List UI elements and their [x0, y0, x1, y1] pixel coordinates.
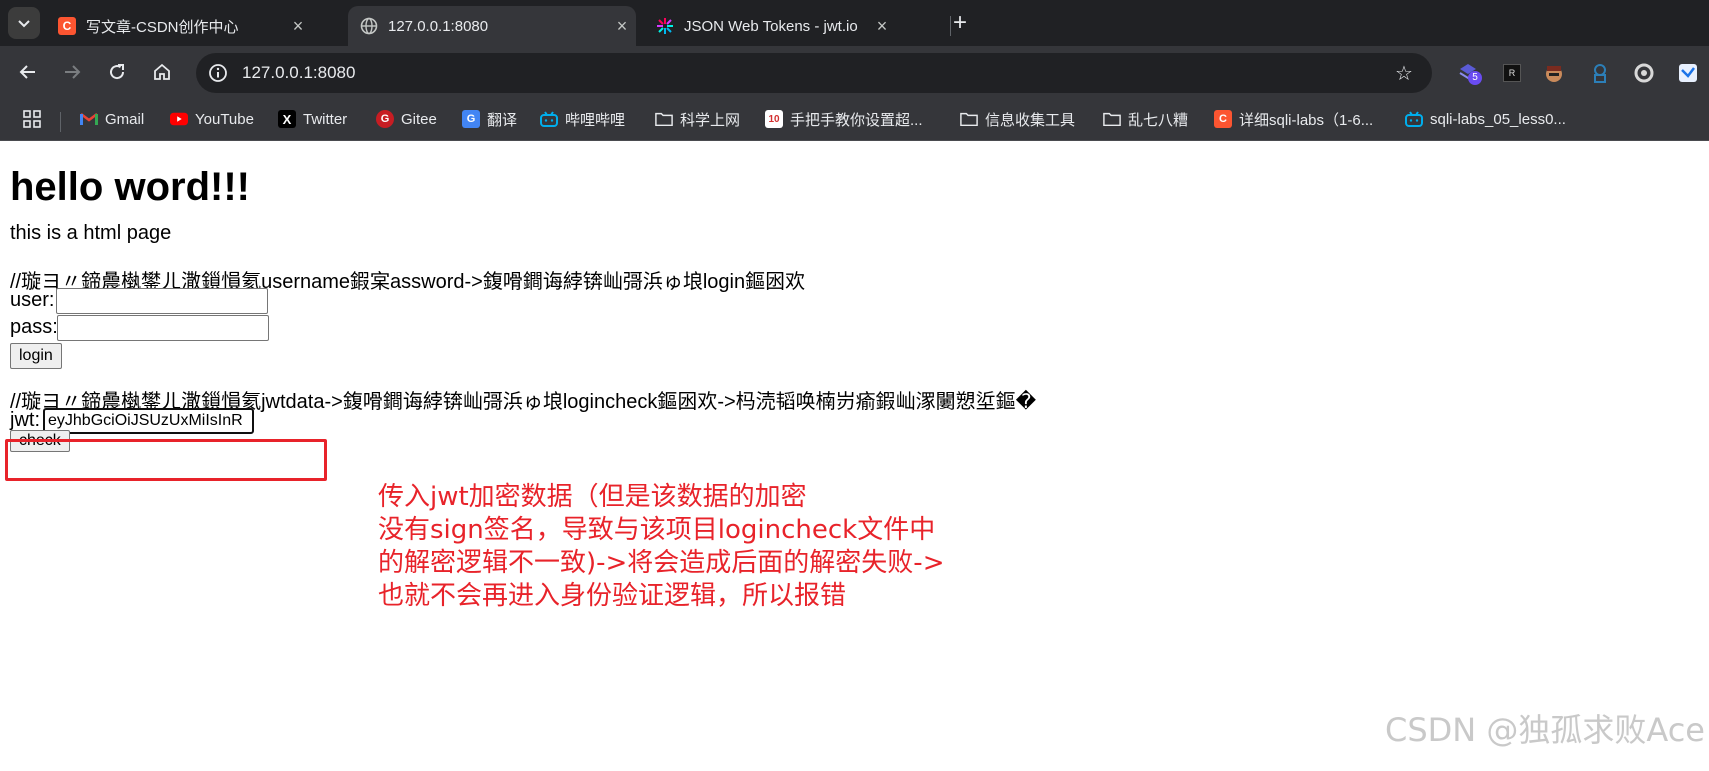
login-button[interactable]: login	[10, 343, 62, 369]
annotation-line: 的解密逻辑不一致)->将会造成后面的解密失败->	[378, 548, 945, 578]
bookmark-gitee[interactable]: G Gitee	[376, 107, 437, 131]
bilibili-icon	[540, 110, 558, 128]
folder-icon	[1103, 110, 1121, 128]
home-button[interactable]	[146, 56, 178, 88]
highlight-box	[5, 439, 327, 481]
bookmark-tutorial[interactable]: 10 手把手教你设置超...	[765, 107, 923, 131]
annotation-line: 传入jwt加密数据（但是该数据的加密	[378, 482, 807, 512]
arrow-left-icon	[19, 65, 35, 79]
bookmarks-bar: Gmail YouTube X Twitter G Gitee G 翻译 哔哩哔…	[0, 98, 1709, 141]
extension-avatar-icon[interactable]	[1542, 61, 1566, 85]
tab-jwt-io[interactable]: JSON Web Tokens - jwt.io ×	[644, 6, 924, 46]
bookmark-label: sqli-labs_05_less0...	[1430, 110, 1566, 128]
bookmark-youtube[interactable]: YouTube	[170, 107, 254, 131]
youtube-icon	[170, 110, 188, 128]
bookmark-gmail[interactable]: Gmail	[80, 107, 144, 131]
bookmark-twitter[interactable]: X Twitter	[278, 107, 347, 131]
tab-strip: C 写文章-CSDN创作中心 × 127.0.0.1:8080 × JSON W…	[0, 0, 1709, 46]
bookmark-star-icon[interactable]: ☆	[1392, 61, 1416, 85]
bookmark-label: Twitter	[303, 110, 348, 128]
url-text[interactable]: 127.0.0.1:8080	[242, 53, 355, 93]
bookmark-label: Gitee	[401, 110, 437, 128]
bookmarks-divider	[60, 112, 61, 132]
jwt-label: jwt:	[10, 409, 40, 431]
translate-icon: G	[462, 110, 480, 128]
close-icon[interactable]: ×	[284, 16, 312, 37]
intro-text: this is a html page	[10, 222, 172, 244]
annotation-line: 也就不会再进入身份验证逻辑，所以报错	[378, 581, 847, 611]
folder-icon	[960, 110, 978, 128]
gmail-icon	[80, 110, 98, 128]
reload-button[interactable]	[101, 56, 133, 88]
tab-csdn[interactable]: C 写文章-CSDN创作中心 ×	[46, 6, 312, 46]
annotation-line: 没有sign签名，导致与该项目logincheck文件中	[378, 515, 936, 545]
bookmark-label: 翻译	[487, 111, 518, 129]
site-info-icon[interactable]	[206, 61, 230, 85]
home-icon	[154, 63, 170, 80]
tab-title: 写文章-CSDN创作中心	[86, 18, 239, 36]
reload-icon	[110, 64, 125, 80]
bookmark-bilibili[interactable]: 哔哩哔哩	[540, 107, 625, 131]
address-bar[interactable]: 127.0.0.1:8080 ☆	[196, 53, 1432, 93]
gitee-icon: G	[376, 110, 394, 128]
user-label: user:	[10, 289, 55, 311]
page-content: hello word!!! this is a html page //璇ヨ〃鍗…	[0, 141, 1709, 771]
arrow-right-icon	[65, 65, 81, 79]
pass-input[interactable]	[57, 315, 269, 341]
forward-button[interactable]	[56, 56, 88, 88]
site-icon: 10	[765, 110, 783, 128]
bookmark-label: 手把手教你设置超...	[790, 111, 923, 129]
extension-dark-icon[interactable]: R	[1500, 61, 1524, 85]
extension-badge: 5	[1468, 71, 1482, 85]
user-input[interactable]	[56, 288, 268, 314]
globe-icon	[360, 17, 378, 35]
csdn-logo-icon: C	[1214, 110, 1232, 128]
tab-title: JSON Web Tokens - jwt.io	[684, 17, 858, 35]
pass-label: pass:	[10, 316, 58, 338]
bookmark-folder-tools[interactable]: 信息收集工具	[960, 107, 1075, 131]
tab-localhost[interactable]: 127.0.0.1:8080 ×	[348, 6, 636, 46]
page-heading: hello word!!!	[10, 165, 250, 209]
tab-search-button[interactable]	[8, 7, 40, 39]
bookmark-sqli-labs[interactable]: C 详细sqli-labs（1-6...	[1214, 107, 1373, 131]
bookmark-label: YouTube	[195, 110, 254, 128]
jwt-input[interactable]	[43, 408, 254, 434]
bookmark-folder-misc[interactable]: 乱七八糟	[1103, 107, 1188, 131]
bookmark-label: 信息收集工具	[985, 111, 1076, 129]
bookmark-label: 乱七八糟	[1128, 111, 1189, 129]
back-button[interactable]	[12, 56, 44, 88]
x-icon: X	[278, 110, 296, 128]
jwt-logo-icon	[656, 17, 674, 35]
new-tab-button[interactable]: +	[946, 9, 974, 37]
bookmark-folder-science[interactable]: 科学上网	[655, 107, 740, 131]
bookmark-label: 详细sqli-labs（1-6...	[1239, 111, 1374, 129]
bookmark-translate[interactable]: G 翻译	[462, 107, 517, 131]
tab-title: 127.0.0.1:8080	[388, 17, 489, 35]
annotation-note: 传入jwt加密数据（但是该数据的加密 没有sign签名，导致与该项目loginc…	[378, 481, 944, 613]
csdn-logo-icon: C	[58, 17, 76, 35]
bookmark-label: 科学上网	[680, 111, 741, 129]
browser-toolbar: 127.0.0.1:8080 ☆ 5 R	[0, 46, 1709, 98]
bookmark-label: Gmail	[105, 110, 145, 128]
bookmark-label: 哔哩哔哩	[565, 111, 626, 129]
folder-icon	[655, 110, 673, 128]
bookmark-sqli-labs-05[interactable]: sqli-labs_05_less0...	[1405, 107, 1566, 131]
close-icon[interactable]: ×	[608, 16, 636, 37]
close-icon[interactable]: ×	[868, 16, 896, 37]
apps-grid-icon[interactable]	[22, 107, 42, 131]
extension-circle-icon[interactable]	[1632, 61, 1656, 85]
bilibili-icon	[1405, 110, 1423, 128]
extension-bird-icon[interactable]	[1676, 61, 1700, 85]
extension-stack-icon[interactable]: 5	[1456, 61, 1482, 85]
extension-robot-icon[interactable]	[1588, 61, 1612, 85]
csdn-watermark: CSDN @独孤求败Ace	[1384, 711, 1705, 749]
chevron-down-icon	[18, 20, 30, 28]
